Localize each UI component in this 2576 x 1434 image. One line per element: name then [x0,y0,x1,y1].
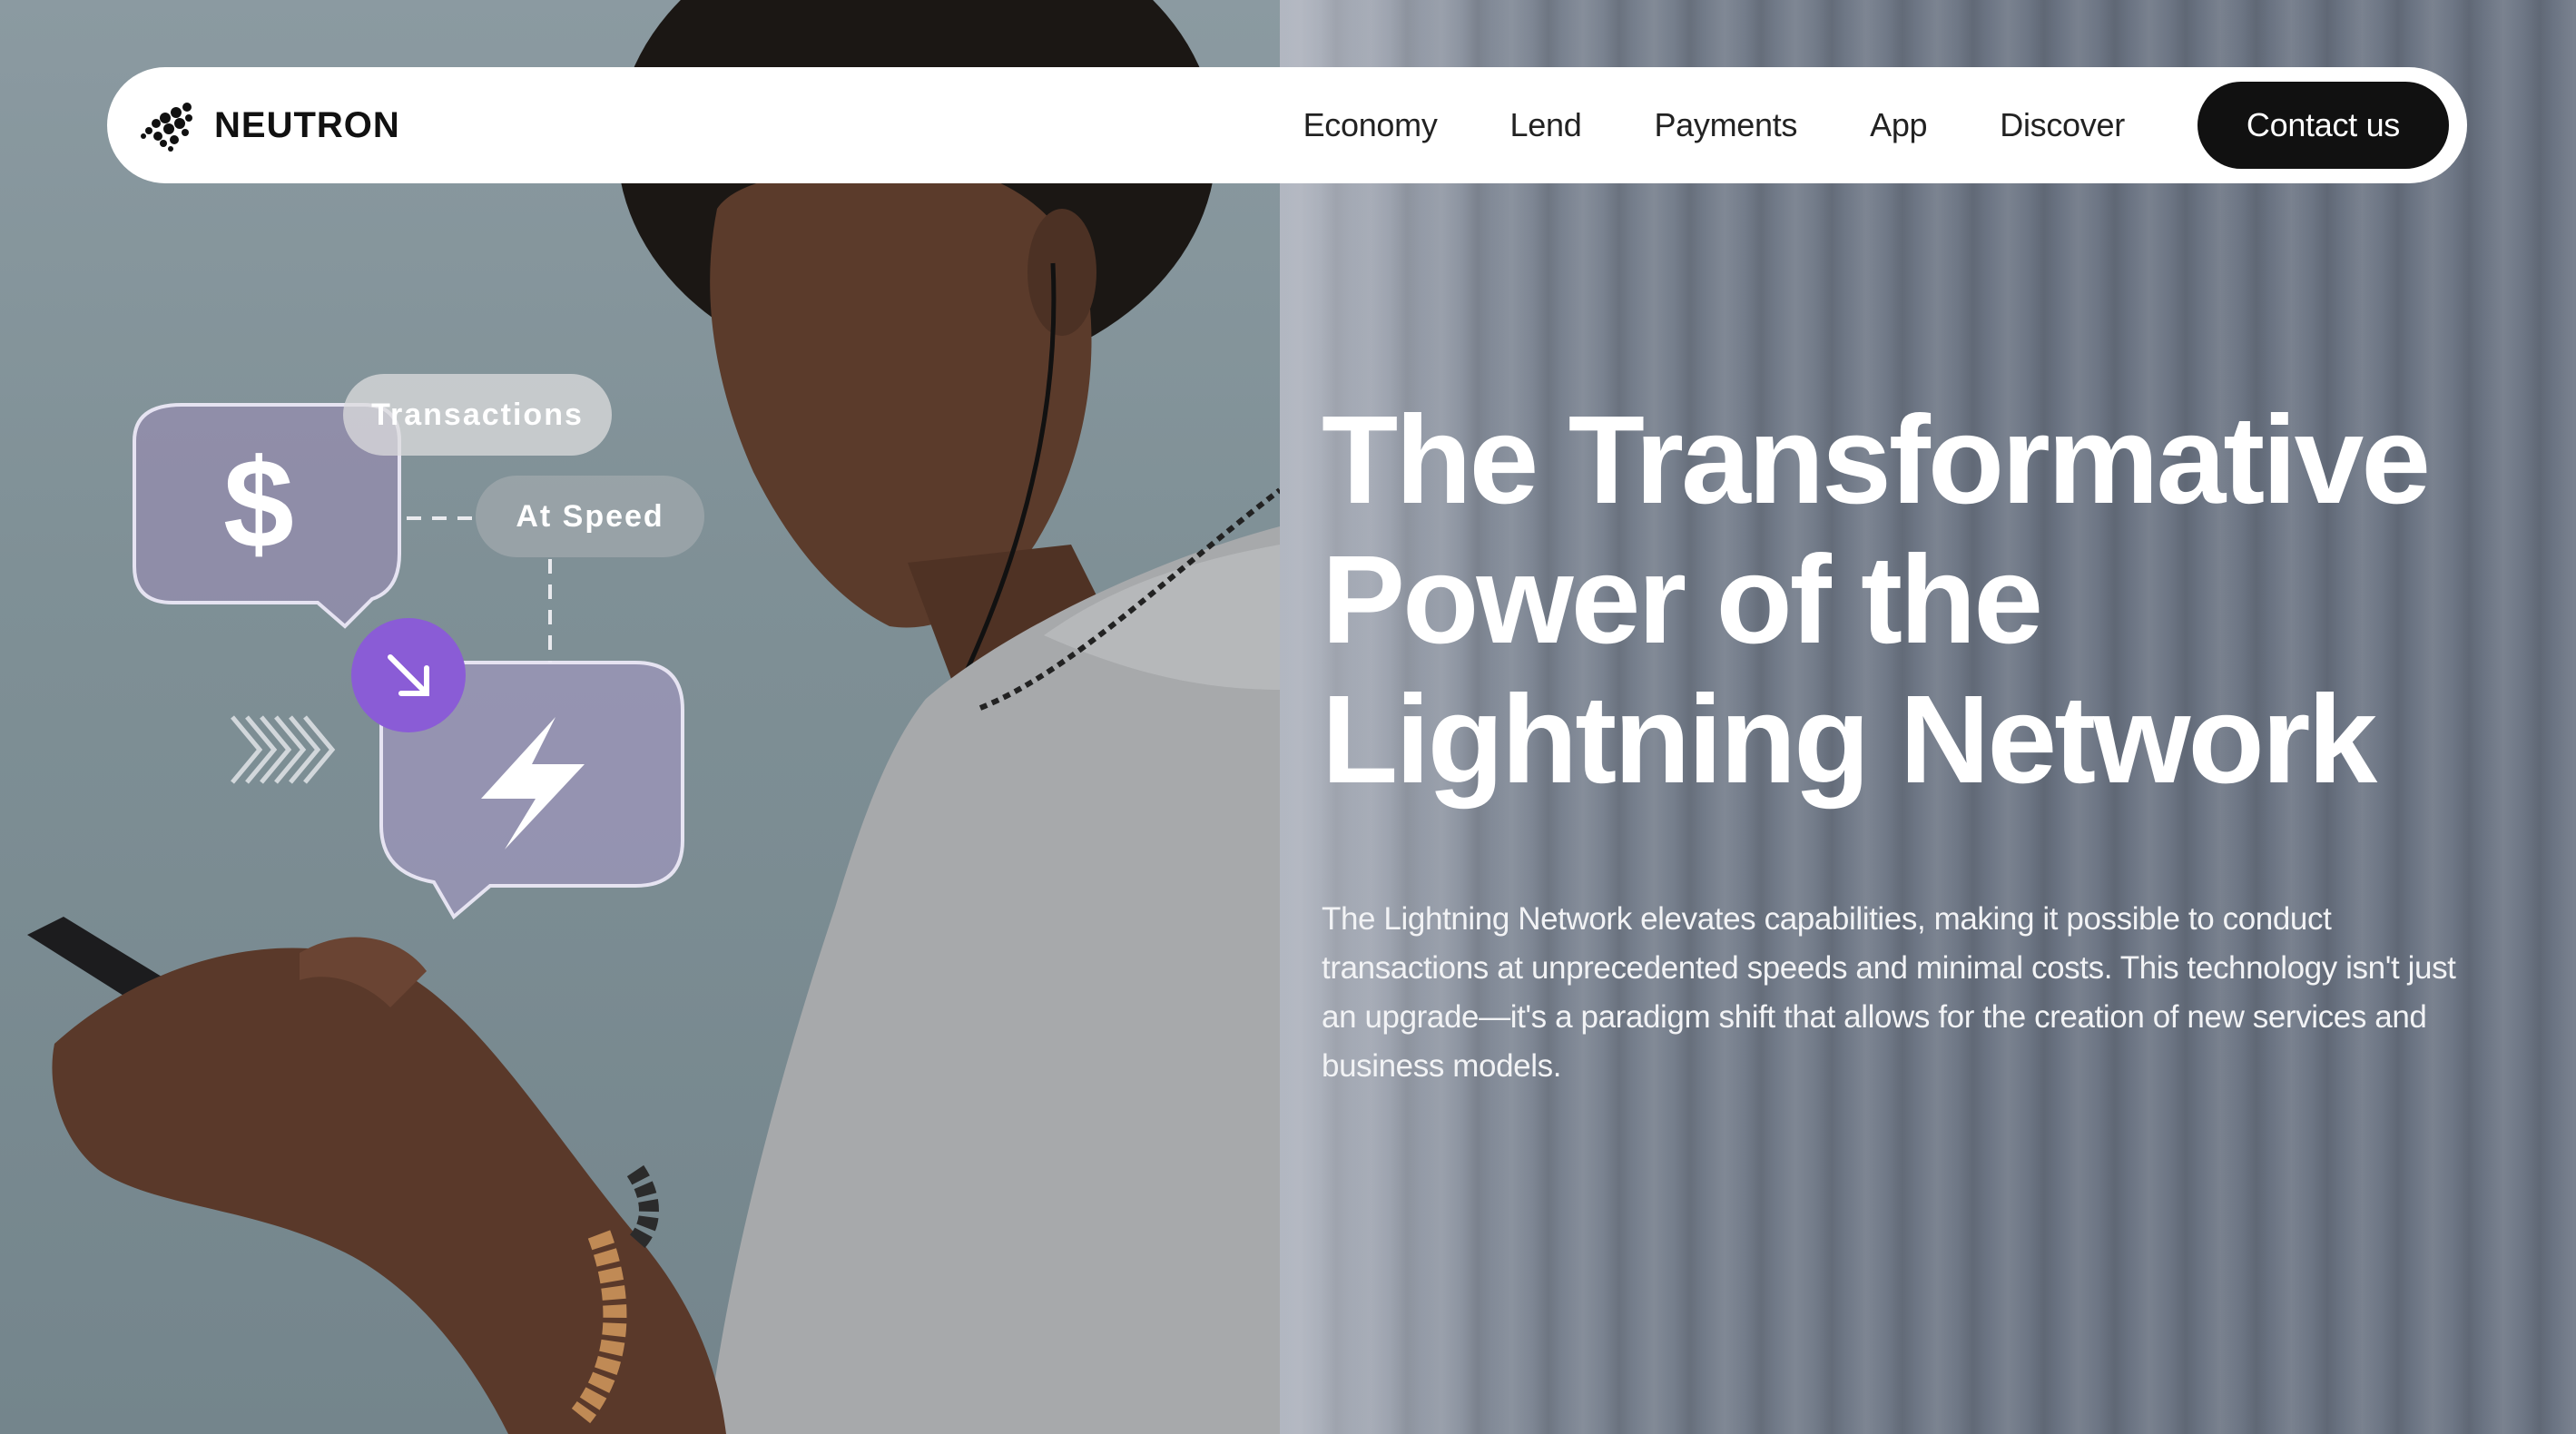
dollar-icon: $ [223,432,294,575]
hero-description: The Lightning Network elevates capabilit… [1322,901,2456,1084]
nav-link-payments[interactable]: Payments [1617,106,1834,144]
hero-photo: $ Transactions At Speed [0,0,1280,1434]
speed-widget-group: $ Transactions At Speed [0,0,1280,1434]
neutron-logo-icon [141,103,192,152]
transactions-pill: Transactions [343,374,612,456]
chevrons-right-icon [231,715,336,784]
hero-title-line-3: Lightning Network [1322,670,2377,810]
contact-us-button[interactable]: Contact us [2197,82,2449,169]
nav-link-lend[interactable]: Lend [1474,106,1618,144]
hero-title-line-1: The Transformative [1322,390,2431,530]
nav-link-discover[interactable]: Discover [1963,106,2161,144]
brand-name: NEUTRON [214,104,400,145]
nav-link-app[interactable]: App [1834,106,1963,144]
brand-logo[interactable]: NEUTRON [138,98,400,152]
widget-graphics [133,403,684,920]
nav-links: Economy Lend Payments App Discover Conta… [1267,82,2449,169]
hero-title-line-2: Power of the [1322,530,2043,670]
at-speed-pill: At Speed [476,476,704,557]
hero-title: The Transformative Power of the Lightnin… [1322,390,2502,810]
nav-link-economy[interactable]: Economy [1267,106,1474,144]
hero-section: The Transformative Power of the Lightnin… [1322,390,2502,1091]
top-navbar: NEUTRON Economy Lend Payments App Discov… [107,67,2467,183]
